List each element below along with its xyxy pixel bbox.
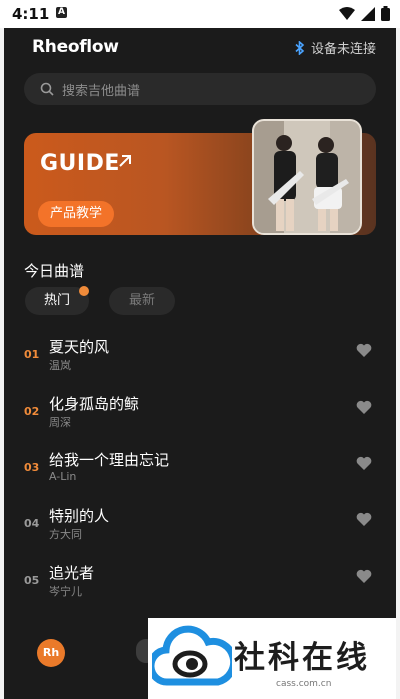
search-bar[interactable]: 搜索吉他曲谱 <box>24 73 376 105</box>
song-artist: 岑宁儿 <box>49 585 82 598</box>
device-status-label: 设备未连接 <box>310 42 376 57</box>
tab-new[interactable]: 最新 <box>109 287 175 315</box>
song-rank: 01 <box>24 348 40 361</box>
heart-icon[interactable] <box>356 456 372 470</box>
status-time: 4:11 <box>12 5 50 23</box>
song-row[interactable]: 02 化身孤岛的鲸 周深 <box>24 391 376 435</box>
banner-photo <box>252 119 362 235</box>
watermark: 社科在线 cass.com.cn <box>148 618 396 699</box>
song-artist: 温岚 <box>49 359 71 372</box>
search-icon <box>40 82 54 96</box>
watermark-url: cass.com.cn <box>276 679 332 689</box>
song-title: 给我一个理由忘记 <box>49 451 170 469</box>
heart-icon[interactable] <box>356 569 372 583</box>
screen-frame-right <box>396 28 400 699</box>
song-title: 特别的人 <box>49 507 110 525</box>
heart-icon[interactable] <box>356 343 372 357</box>
arrow-up-right-icon <box>119 155 131 167</box>
device-status[interactable]: 设备未连接 <box>295 38 376 57</box>
battery-icon <box>381 6 390 21</box>
tutorial-button[interactable]: 产品教学 <box>38 201 115 227</box>
song-artist: 周深 <box>49 416 71 429</box>
heart-icon[interactable] <box>356 400 372 414</box>
song-rank: 04 <box>24 517 40 530</box>
bluetooth-icon <box>295 40 305 55</box>
song-row[interactable]: 04 特别的人 方大同 <box>24 503 376 547</box>
banner-title: GUIDE <box>40 151 120 176</box>
watermark-text: 社科在线 <box>234 640 370 676</box>
section-title: 今日曲谱 <box>24 262 85 280</box>
wifi-icon <box>339 7 355 20</box>
app-logo: Rheoflow <box>32 37 119 57</box>
song-row[interactable]: 01 夏天的风 温岚 <box>24 334 376 378</box>
song-title: 夏天的风 <box>49 338 110 356</box>
song-artist: 方大同 <box>49 528 82 541</box>
song-row[interactable]: 03 给我一个理由忘记 A-Lin <box>24 447 376 491</box>
search-placeholder: 搜索吉他曲谱 <box>62 83 141 99</box>
song-title: 化身孤岛的鲸 <box>49 395 140 413</box>
song-rank: 03 <box>24 461 40 474</box>
notification-a-icon: A <box>56 7 67 18</box>
song-rank: 02 <box>24 405 40 418</box>
guitarists-photo <box>254 121 360 233</box>
cloud-eye-logo <box>152 625 232 686</box>
song-row[interactable]: 05 追光者 岑宁儿 <box>24 560 376 604</box>
system-icons <box>339 6 390 21</box>
signal-icon <box>361 6 375 21</box>
bottom-nav-home-avatar[interactable]: Rh <box>37 639 65 667</box>
song-artist: A-Lin <box>49 470 77 483</box>
screen-frame-left <box>0 28 4 699</box>
song-title: 追光者 <box>49 564 95 582</box>
song-rank: 05 <box>24 574 40 587</box>
hot-indicator-dot <box>79 286 89 296</box>
heart-icon[interactable] <box>356 512 372 526</box>
status-bar: 4:11 A <box>0 0 400 28</box>
